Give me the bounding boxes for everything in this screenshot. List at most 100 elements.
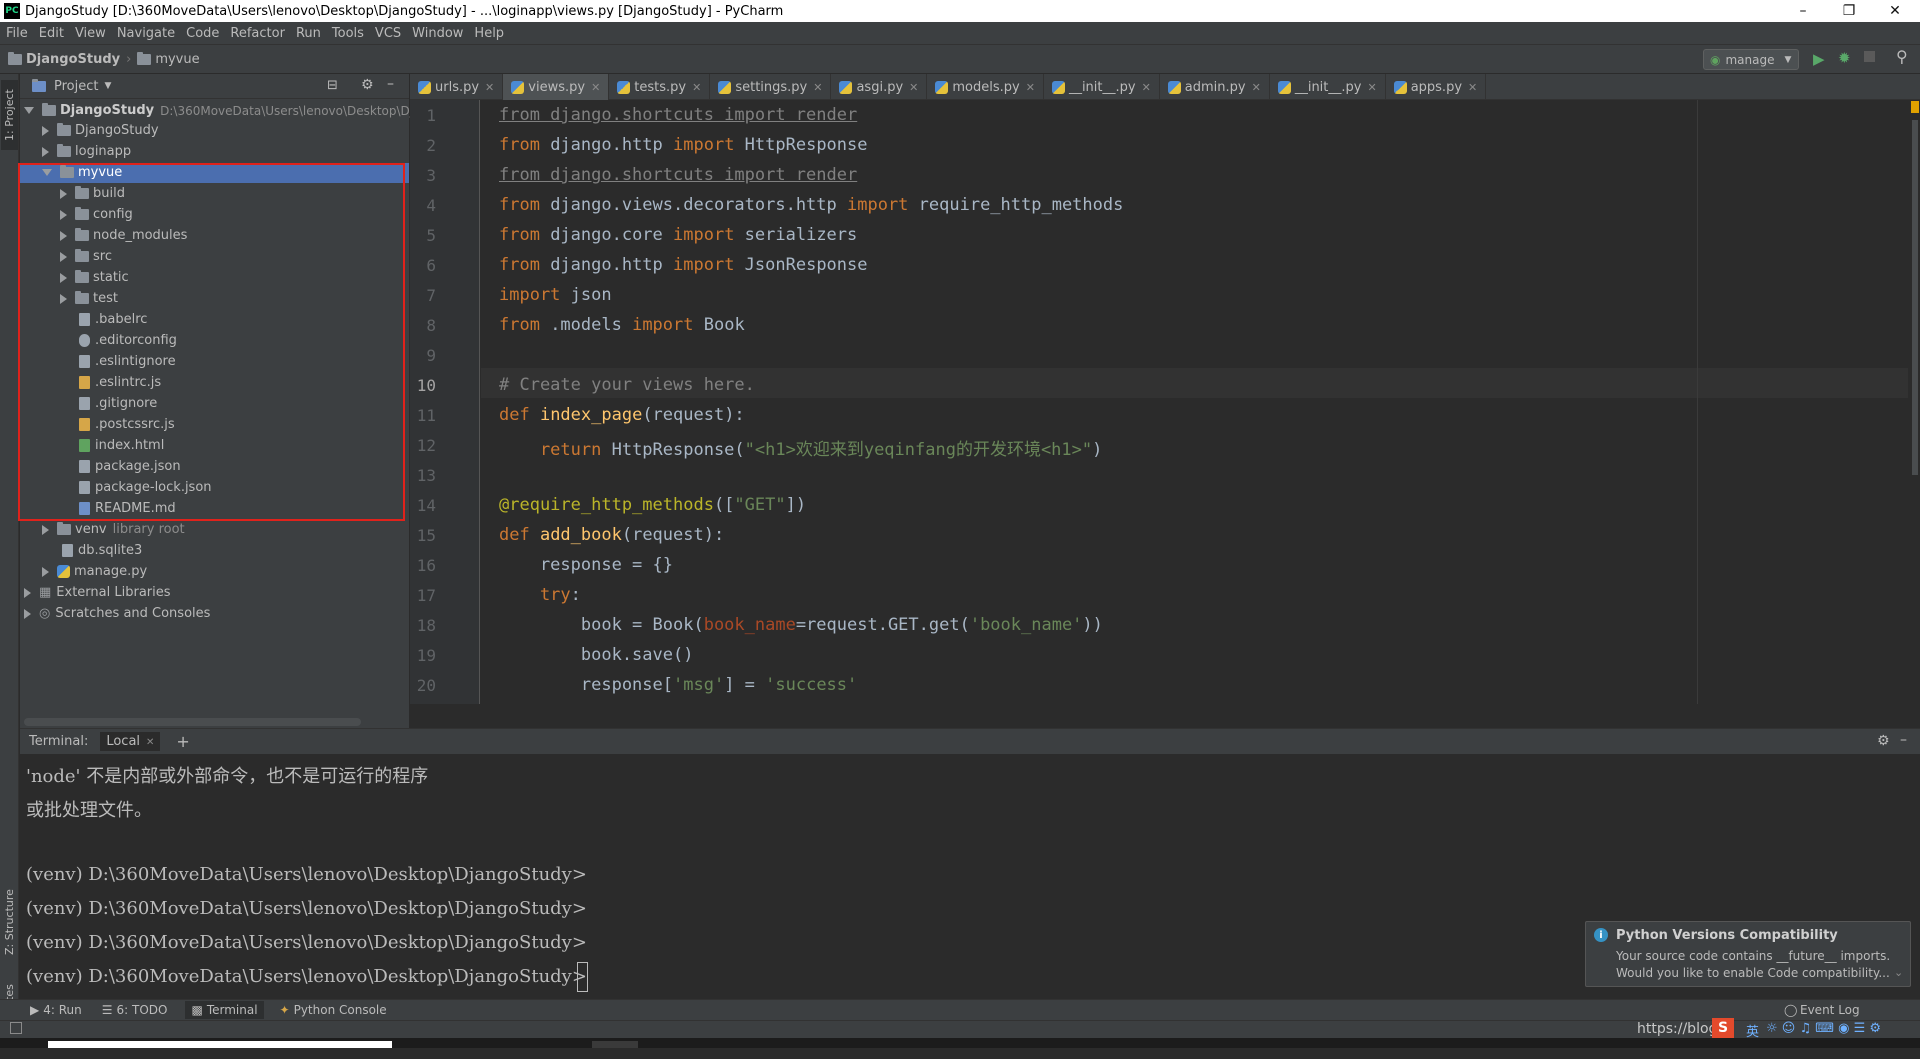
tree-item[interactable]: db.sqlite3 bbox=[62, 540, 142, 561]
line-number: 2 bbox=[426, 136, 436, 155]
menu-tools[interactable]: Tools bbox=[332, 26, 364, 41]
close-icon[interactable]: ✕ bbox=[485, 81, 494, 94]
python-file-icon bbox=[511, 80, 525, 94]
menu-vcs[interactable]: VCS bbox=[375, 26, 401, 41]
run-config-select[interactable]: ◉ manage ▼ bbox=[1703, 49, 1799, 70]
run-tool-button[interactable]: 4: Run bbox=[43, 1003, 82, 1017]
tree-item[interactable]: ▦ External Libraries bbox=[24, 582, 171, 603]
close-icon[interactable]: ✕ bbox=[1367, 81, 1376, 94]
menu-navigate[interactable]: Navigate bbox=[117, 26, 175, 41]
close-icon[interactable]: ✕ bbox=[1252, 81, 1261, 94]
expand-arrow-icon[interactable] bbox=[24, 107, 34, 114]
close-icon[interactable]: ✕ bbox=[1026, 81, 1035, 94]
tab-asgi[interactable]: asgi.py ✕ bbox=[831, 74, 928, 100]
expand-arrow-icon[interactable] bbox=[24, 608, 31, 619]
folder-icon bbox=[57, 144, 71, 157]
tab-init-2[interactable]: __init__.py ✕ bbox=[1270, 74, 1386, 100]
tab-init[interactable]: __init__.py ✕ bbox=[1044, 74, 1160, 100]
expand-arrow-icon[interactable] bbox=[42, 566, 49, 577]
breadcrumb-child[interactable]: myvue bbox=[155, 52, 199, 67]
tree-item[interactable]: loginapp bbox=[42, 141, 131, 162]
horizontal-scrollbar[interactable] bbox=[24, 718, 361, 726]
tab-settings[interactable]: settings.py ✕ bbox=[710, 74, 832, 100]
add-terminal-icon[interactable]: + bbox=[176, 732, 189, 751]
expand-arrow-icon[interactable] bbox=[42, 125, 49, 136]
ime-toolbar-icons[interactable]: ☼ ☺ ♫ ⌨ ◉ ☰ ⚙ bbox=[1766, 1021, 1881, 1036]
menu-refactor[interactable]: Refactor bbox=[230, 26, 285, 41]
terminal-tool-button[interactable]: ▩ Terminal bbox=[185, 1001, 264, 1019]
collapse-all-icon[interactable]: ⊟ bbox=[327, 78, 338, 93]
tree-item-label: venv bbox=[75, 522, 107, 537]
menu-help[interactable]: Help bbox=[474, 26, 504, 41]
tree-root-label: DjangoStudy bbox=[60, 103, 155, 118]
event-log-button[interactable]: Event Log bbox=[1800, 1003, 1860, 1017]
menu-view[interactable]: View bbox=[75, 26, 106, 41]
taskbar-app[interactable] bbox=[592, 1041, 638, 1048]
code-token: ) bbox=[1092, 440, 1103, 460]
breadcrumb-root[interactable]: DjangoStudy bbox=[26, 52, 120, 67]
stop-icon[interactable] bbox=[1864, 51, 1875, 62]
close-icon[interactable]: ✕ bbox=[692, 81, 701, 94]
run-icon[interactable]: ▶ bbox=[1813, 50, 1825, 68]
chevron-down-icon[interactable]: ▼ bbox=[104, 81, 111, 91]
code-line: book = Book(book_name=request.GET.get('b… bbox=[499, 615, 1103, 635]
tree-item[interactable]: DjangoStudy bbox=[42, 120, 159, 141]
tool-window-bar: ▶ 4: Run ☰ 6: TODO ▩ Terminal ✦ Python Co… bbox=[0, 999, 1920, 1020]
chevron-down-icon[interactable]: ⌄ bbox=[1894, 966, 1903, 979]
layout-icon[interactable] bbox=[10, 1022, 22, 1034]
maximize-button[interactable]: ❐ bbox=[1826, 0, 1872, 22]
close-icon[interactable]: ✕ bbox=[591, 81, 600, 94]
hide-panel-icon[interactable]: – bbox=[387, 76, 394, 92]
close-icon[interactable]: ✕ bbox=[1468, 81, 1477, 94]
taskbar-search-box[interactable] bbox=[48, 1041, 392, 1048]
close-icon[interactable]: ✕ bbox=[146, 737, 154, 748]
code-editor[interactable] bbox=[410, 100, 1920, 704]
search-icon[interactable]: ⚲ bbox=[1896, 47, 1908, 66]
expand-arrow-icon[interactable] bbox=[42, 146, 49, 157]
editor-scrollbar[interactable] bbox=[1908, 100, 1920, 704]
close-icon[interactable]: ✕ bbox=[909, 81, 918, 94]
line-number: 14 bbox=[416, 496, 436, 515]
gear-icon[interactable]: ⚙ bbox=[1877, 733, 1890, 749]
tab-urls[interactable]: urls.py ✕ bbox=[410, 74, 504, 100]
notification-balloon[interactable]: i Python Versions Compatibility Your sou… bbox=[1585, 921, 1911, 987]
code-token: from bbox=[499, 195, 540, 215]
todo-tool-button[interactable]: 6: TODO bbox=[117, 1003, 168, 1017]
menu-file[interactable]: File bbox=[6, 26, 28, 41]
terminal-tab-local[interactable]: Local ✕ bbox=[100, 732, 161, 751]
code-token: book.save() bbox=[499, 645, 694, 665]
expand-arrow-icon[interactable] bbox=[42, 524, 49, 535]
hide-panel-icon[interactable]: – bbox=[1900, 732, 1907, 748]
tree-item[interactable]: manage.py bbox=[42, 561, 147, 582]
menu-edit[interactable]: Edit bbox=[39, 26, 64, 41]
notification-text: Your source code contains __future__ imp… bbox=[1616, 949, 1891, 963]
scrollbar-thumb[interactable] bbox=[1912, 120, 1918, 475]
title-bar: PC DjangoStudy [D:\360MoveData\Users\len… bbox=[0, 0, 1920, 22]
project-tool-tab[interactable]: 1: Project bbox=[1, 80, 18, 150]
python-file-icon bbox=[935, 80, 949, 94]
close-icon[interactable]: ✕ bbox=[813, 81, 822, 94]
menu-code[interactable]: Code bbox=[186, 26, 219, 41]
project-panel-title[interactable]: Project bbox=[54, 79, 98, 94]
code-token: from bbox=[499, 315, 540, 335]
tree-item[interactable]: ◎ Scratches and Consoles bbox=[24, 603, 210, 624]
tab-tests[interactable]: tests.py ✕ bbox=[609, 74, 711, 100]
menu-window[interactable]: Window bbox=[412, 26, 463, 41]
expand-arrow-icon[interactable] bbox=[24, 587, 31, 598]
tree-root[interactable]: DjangoStudy D:\360MoveData\Users\lenovo\… bbox=[24, 100, 428, 121]
tab-admin[interactable]: admin.py ✕ bbox=[1160, 74, 1270, 100]
gear-icon[interactable]: ⚙ bbox=[361, 77, 374, 93]
menu-run[interactable]: Run bbox=[296, 26, 321, 41]
minimize-button[interactable]: – bbox=[1780, 0, 1826, 22]
tree-item[interactable]: venv library root bbox=[42, 519, 185, 540]
tab-views[interactable]: views.py ✕ bbox=[503, 74, 610, 100]
debug-icon[interactable]: ✹ bbox=[1838, 49, 1851, 67]
tab-apps[interactable]: apps.py ✕ bbox=[1386, 74, 1487, 100]
tab-models[interactable]: models.py ✕ bbox=[927, 74, 1044, 100]
close-button[interactable]: ✕ bbox=[1872, 0, 1918, 22]
code-line: def add_book(request): bbox=[499, 525, 724, 545]
close-icon[interactable]: ✕ bbox=[1142, 81, 1151, 94]
code-token: json bbox=[560, 285, 612, 305]
python-console-button[interactable]: Python Console bbox=[294, 1003, 387, 1017]
structure-tool-tab[interactable]: Z: Structure bbox=[1, 877, 18, 967]
